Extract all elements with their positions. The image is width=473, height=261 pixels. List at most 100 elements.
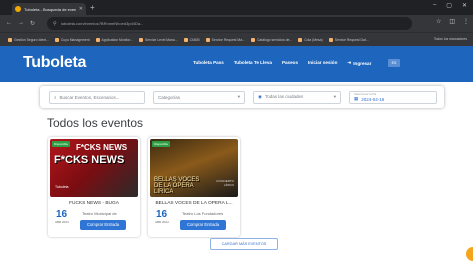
bookmark-folder-icon (250, 37, 255, 42)
poster-headline: F*CKS NEWS (76, 143, 128, 152)
poster-brand: Tuboleta (55, 185, 69, 189)
event-month: ABR 2024 (155, 220, 169, 224)
load-more-button[interactable]: CARGAR MÁS EVENTOS (210, 238, 278, 250)
bookmark-label: Gestión Seguro Ident... (14, 37, 49, 42)
menu-icon[interactable]: ⋮ (463, 18, 469, 25)
date-value: 2024-04-16 (361, 96, 385, 102)
bookmark-folder-icon (298, 37, 303, 42)
menu-iniciar-sesion[interactable]: Iniciar sesión (308, 60, 337, 66)
bookmark-star-icon[interactable]: ☆ (436, 18, 441, 25)
bookmark-item[interactable]: Catálogo servicios de... (250, 37, 293, 42)
search-placeholder: Buscar Eventos, Escenarios... (59, 94, 120, 100)
bookmark-label: Catálogo servicios de... (256, 37, 293, 42)
event-card[interactable]: Disponible BELLAS VOCES DE LA ÓPERA LIRI… (148, 137, 240, 237)
bookmark-item[interactable]: Service Request Ma... (205, 37, 245, 42)
city-select[interactable]: ◉ Todas las ciudades ▾ (253, 90, 341, 104)
nav-buttons: ← → ↻ (6, 20, 35, 27)
tab-strip: Tuboleta - Busqueda de even ✕ + – ▢ ✕ (0, 0, 473, 15)
event-card[interactable]: Disponible F*CKS NEWS F*CKS NEWS Tubolet… (48, 137, 140, 237)
bookmark-label: Cola (Mesa) (304, 37, 323, 42)
close-window-icon[interactable]: ✕ (462, 2, 467, 9)
ingresar-link[interactable]: ⇥ Ingresar (347, 60, 371, 66)
close-tab-icon[interactable]: ✕ (79, 6, 83, 12)
all-bookmarks[interactable]: Todos los marcadores (434, 37, 467, 41)
event-day: 16 (56, 209, 68, 220)
event-venue: Teatro Los Fundadores (182, 211, 224, 216)
url-text: tuboleta.com/eventos?BRnmeNhoed3pd4Da... (60, 21, 144, 26)
site-info-icon[interactable]: ⚲ (53, 21, 57, 27)
event-day: 16 (156, 209, 168, 220)
date-picker[interactable]: Seleccionar fecha ▦ 2024-04-16 (349, 90, 437, 104)
menu-te-lleva[interactable]: Tuboleta Te Lleva (234, 60, 272, 66)
logo-text: Tuboleta (23, 54, 87, 71)
address-bar[interactable]: ⚲ tuboleta.com/eventos?BRnmeNhoed3pd4Da.… (47, 17, 412, 30)
site-header: Tuboleta Tuboleta Pass Tuboleta Te Lleva… (0, 46, 473, 82)
language-selector[interactable]: ES (388, 59, 400, 67)
bookmark-label: Service Request Ma... (211, 37, 245, 42)
bookmark-folder-icon (95, 37, 100, 42)
new-tab-icon[interactable]: + (90, 3, 95, 12)
ingresar-label: Ingresar (353, 60, 372, 66)
bookmark-item[interactable]: CMDB (183, 37, 200, 42)
bookmark-item[interactable]: Gestión Seguro Ident... (8, 37, 49, 42)
menu-tuboleta-pass[interactable]: Tuboleta Pass (193, 60, 224, 66)
search-input[interactable]: ⌕ Buscar Eventos, Escenarios... (49, 90, 145, 104)
tab-title: Tuboleta - Busqueda de even (24, 6, 76, 12)
bookmark-folder-icon (183, 37, 188, 42)
bookmark-label: Service Level Mana... (145, 37, 178, 42)
back-icon[interactable]: ← (6, 20, 12, 27)
page-title: Todos los eventos (47, 116, 144, 130)
bookmark-item[interactable]: Cuyo Management (54, 37, 90, 42)
city-value: Todas las ciudades (264, 94, 304, 99)
toolbar-icons: ☆ ◫ ⋮ (436, 18, 469, 25)
bookmark-folder-icon (205, 37, 210, 42)
bookmark-folder-icon (8, 37, 12, 42)
location-pin-icon: ◉ (258, 94, 262, 99)
calendar-icon: ▦ (354, 96, 359, 101)
poster-title: BELLAS VOCES DE LA ÓPERA LIRICA (154, 177, 200, 195)
search-icon: ⌕ (54, 94, 57, 100)
bookmark-label: Cuyo Management (60, 37, 90, 42)
maximize-icon[interactable]: ▢ (446, 2, 452, 9)
bookmark-label: Application Monitor... (101, 37, 134, 42)
bookmarks-bar: Gestión Seguro Ident... Cuyo Management Ap… (0, 32, 473, 46)
forward-icon[interactable]: → (18, 20, 24, 27)
category-select[interactable]: Categorías ▾ (153, 90, 245, 104)
event-name[interactable]: BELLAS VOCES DE LA OPERA L... (148, 201, 240, 206)
extensions-icon[interactable]: ◫ (449, 18, 455, 25)
login-icon: ⇥ (347, 60, 352, 65)
bookmark-item[interactable]: Application Monitor... (95, 37, 134, 42)
poster-title: F*CKS NEWS (54, 154, 125, 166)
browser-chrome: Tuboleta - Busqueda de even ✕ + – ▢ ✕ ← … (0, 0, 473, 46)
menu-paseos[interactable]: Paseos (282, 60, 298, 66)
bookmark-label: CMDB (189, 37, 200, 42)
chevron-down-icon: ▾ (237, 94, 240, 99)
poster-side-text: CONCIERTO LÍRICO (216, 179, 234, 187)
event-name[interactable]: FUCKS NEWS - BUGA (48, 201, 140, 206)
window-controls: – ▢ ✕ (433, 2, 467, 9)
event-month: ABR 2024 (55, 220, 69, 224)
bookmark-item[interactable]: Cola (Mesa) (298, 37, 323, 42)
browser-toolbar: ← → ↻ ⚲ tuboleta.com/eventos?BRnmeNhoed3… (0, 15, 473, 32)
chevron-down-icon: ▾ (333, 94, 336, 99)
category-value: Categorías (158, 94, 181, 100)
bookmark-item[interactable]: Service Request Dat... (328, 37, 369, 42)
bookmark-folder-icon (328, 37, 333, 42)
reload-icon[interactable]: ↻ (30, 20, 35, 27)
buy-ticket-button[interactable]: Comprar Entrada (180, 220, 226, 230)
help-chat-button[interactable] (466, 247, 473, 261)
buy-ticket-button[interactable]: Comprar Entrada (80, 220, 126, 230)
bookmark-folder-icon (54, 37, 59, 42)
bookmark-item[interactable]: Service Level Mana... (139, 37, 178, 42)
event-venue: Teatro Municipal de (82, 211, 117, 216)
event-poster[interactable]: Disponible BELLAS VOCES DE LA ÓPERA LIRI… (150, 139, 238, 197)
bookmark-label: Service Request Dat... (334, 37, 369, 42)
site-logo[interactable]: Tuboleta (23, 54, 86, 72)
main-menu: Tuboleta Pass Tuboleta Te Lleva Paseos I… (193, 60, 371, 66)
status-badge: Disponible (52, 141, 71, 147)
event-search-bar: ⌕ Buscar Eventos, Escenarios... Categorí… (40, 86, 444, 108)
favicon-icon (15, 6, 21, 12)
event-poster[interactable]: Disponible F*CKS NEWS F*CKS NEWS Tubolet… (50, 139, 138, 197)
browser-tab[interactable]: Tuboleta - Busqueda de even ✕ (12, 3, 86, 15)
minimize-icon[interactable]: – (433, 2, 436, 9)
